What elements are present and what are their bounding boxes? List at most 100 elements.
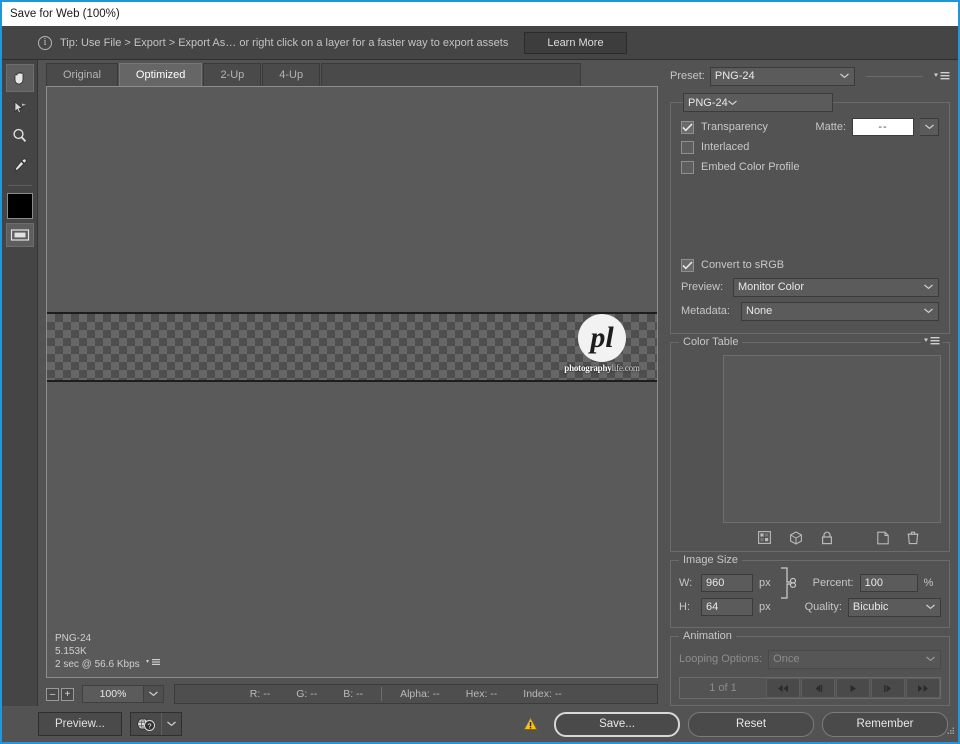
animation-title: Animation: [679, 630, 736, 642]
zoom-level-dropdown[interactable]: [144, 685, 164, 703]
embed-profile-row: Embed Color Profile: [681, 157, 939, 177]
remember-button[interactable]: Remember: [822, 711, 948, 737]
preview-column: Original Optimized 2-Up 4-Up pl photogra…: [38, 60, 666, 706]
window-title: Save for Web (100%): [10, 8, 120, 20]
preview-status-bar: – + 100% R: -- G: -- B: -- Alpha: -- Hex…: [46, 682, 658, 706]
file-info-speed: 2 sec @ 56.6 Kbps: [55, 659, 140, 670]
quality-label: Quality:: [804, 601, 842, 613]
metadata-label: Metadata:: [681, 305, 730, 317]
percent-field[interactable]: 100: [859, 574, 918, 592]
logo-caption-light: life.com: [611, 363, 640, 373]
looping-options-value: Once: [773, 653, 800, 665]
chevron-down-icon: [727, 97, 737, 109]
logo-caption: photographylife.com: [564, 363, 640, 373]
file-info-format-row: PNG-24: [55, 632, 160, 645]
transparency-icon[interactable]: [758, 531, 771, 547]
foreground-color-swatch[interactable]: [6, 193, 33, 219]
optimized-file-info: PNG-24 5.153K 2 sec @ 56.6 Kbps: [47, 626, 168, 677]
preview-setting-select[interactable]: Monitor Color: [733, 277, 939, 297]
reset-button[interactable]: Reset: [688, 711, 814, 737]
preset-menu-icon[interactable]: [934, 71, 950, 81]
animation-navigation: 1 of 1: [679, 677, 941, 699]
resize-grip[interactable]: [945, 726, 955, 739]
metadata-select[interactable]: None: [741, 301, 939, 321]
image-width-row: W: 960 px Percent: 100 %: [679, 567, 941, 599]
web-snap-icon[interactable]: [789, 530, 803, 548]
dialog-footer: Preview... ? Save... Reset Remember: [2, 706, 958, 742]
play-button[interactable]: [836, 678, 870, 698]
image-width-unit: px: [759, 577, 771, 589]
chevron-down-icon: [924, 281, 933, 293]
readout-index: Index: --: [523, 688, 562, 700]
preset-value: PNG-24: [714, 70, 755, 82]
transparency-checkbox[interactable]: [681, 120, 694, 134]
embed-color-profile-label: Embed Color Profile: [701, 161, 800, 173]
matte-dropdown[interactable]: [920, 118, 939, 136]
delete-color-icon[interactable]: [907, 531, 919, 548]
color-table-title: Color Table: [679, 336, 743, 348]
readout-divider: [381, 687, 383, 701]
frame-count-label: 1 of 1: [709, 682, 737, 694]
last-frame-button[interactable]: [906, 678, 940, 698]
metadata-row: Metadata: None: [681, 299, 939, 323]
metadata-value: None: [746, 305, 773, 317]
title-bar: Save for Web (100%): [2, 2, 958, 26]
zoom-in-button[interactable]: +: [61, 687, 74, 701]
first-frame-button[interactable]: [766, 678, 800, 698]
file-info-format: PNG-24: [55, 633, 92, 644]
constrain-proportions-icon[interactable]: [779, 566, 797, 600]
chevron-down-icon: [926, 653, 935, 665]
zoom-level-field[interactable]: 100%: [82, 685, 144, 703]
convert-to-srgb-label: Convert to sRGB: [701, 259, 785, 271]
format-select[interactable]: PNG-24: [683, 93, 833, 112]
color-table-swatches[interactable]: [723, 355, 941, 523]
zoom-out-button[interactable]: –: [46, 687, 59, 701]
readout-b: B: --: [343, 688, 364, 700]
preset-row: Preset: PNG-24: [670, 66, 950, 86]
learn-more-button[interactable]: Learn More: [524, 31, 627, 54]
tool-strip: [2, 60, 38, 706]
lock-icon[interactable]: [821, 531, 833, 548]
canvas-frame: pl photographylife.com PNG-24 5.153K 2 s…: [46, 86, 658, 678]
save-button[interactable]: Save...: [554, 711, 680, 737]
readout-r: R: --: [249, 688, 271, 700]
image-size-title: Image Size: [679, 554, 743, 566]
looping-options-row: Looping Options: Once: [679, 647, 941, 671]
eyedropper-tool[interactable]: [6, 151, 34, 179]
readout-hex: Hex: --: [465, 688, 498, 700]
toggle-slices-icon[interactable]: [5, 223, 34, 247]
readout-g: G: --: [296, 688, 318, 700]
preview-button[interactable]: Preview...: [38, 712, 122, 736]
tab-original[interactable]: Original: [46, 63, 118, 86]
convert-srgb-row: Convert to sRGB: [681, 255, 939, 275]
tab-2up[interactable]: 2-Up: [203, 63, 262, 86]
matte-swatch[interactable]: --: [852, 118, 914, 136]
image-size-group: Image Size W: 960 px Percent: 100 % H: 6…: [670, 554, 950, 628]
image-height-field[interactable]: 64: [701, 598, 753, 616]
preview-browser-selector[interactable]: ?: [129, 712, 182, 736]
interlaced-checkbox[interactable]: [681, 140, 694, 154]
new-color-icon[interactable]: [877, 531, 889, 548]
looping-options-select[interactable]: Once: [768, 649, 941, 669]
file-info-menu-icon[interactable]: [145, 658, 160, 671]
image-width-field[interactable]: 960: [701, 574, 753, 592]
image-transparency-strip: pl photographylife.com: [47, 312, 657, 382]
zoom-tool[interactable]: [6, 122, 34, 150]
tab-4up[interactable]: 4-Up: [262, 63, 321, 86]
hand-tool[interactable]: [5, 64, 34, 92]
slice-select-tool[interactable]: [6, 93, 34, 121]
tab-optimized[interactable]: Optimized: [118, 63, 203, 86]
previous-frame-button[interactable]: [801, 678, 835, 698]
image-canvas[interactable]: pl photographylife.com PNG-24 5.153K 2 s…: [47, 87, 657, 677]
warning-icon[interactable]: [523, 717, 538, 731]
convert-to-srgb-checkbox[interactable]: [681, 258, 694, 272]
preview-setting-row: Preview: Monitor Color: [681, 275, 939, 299]
preset-select[interactable]: PNG-24: [709, 66, 855, 86]
preview-setting-value: Monitor Color: [738, 281, 805, 293]
color-table-menu-icon[interactable]: [921, 336, 943, 346]
embed-color-profile-checkbox[interactable]: [681, 160, 694, 174]
next-frame-button[interactable]: [871, 678, 905, 698]
view-tabs: Original Optimized 2-Up 4-Up: [38, 60, 666, 86]
quality-select[interactable]: Bicubic: [847, 597, 941, 617]
tip-text: Tip: Use File > Export > Export As… or r…: [60, 36, 509, 49]
